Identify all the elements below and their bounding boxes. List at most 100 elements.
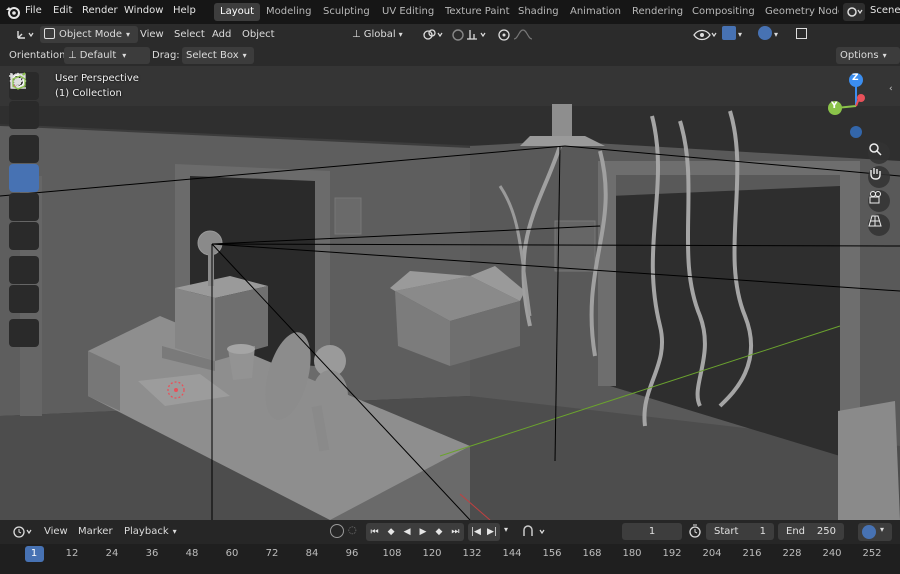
proportional-editing-button[interactable] (492, 26, 544, 43)
step-forward-icon[interactable]: ▶| (487, 527, 497, 537)
tab-geometry-nodes[interactable]: Geometry Node (759, 3, 839, 21)
ruler-tick: 120 (422, 548, 442, 559)
viewport-header: Object Mode ▾ View Select Add Object ⊥ Glo… (0, 24, 900, 67)
tab-rendering[interactable]: Rendering (626, 3, 689, 21)
ruler-tick: 36 (145, 548, 159, 559)
camera-view-button[interactable] (868, 190, 890, 212)
ruler-tick: 156 (542, 548, 562, 559)
timeline-view-options-button[interactable]: ▾ (858, 523, 892, 541)
start-frame-field[interactable]: Start 1 (706, 523, 774, 540)
step-controls: |◀ ▶| (468, 523, 500, 541)
ruler-tick: 12 (65, 548, 79, 559)
snap-timeline-button[interactable] (520, 524, 550, 540)
current-frame-field[interactable]: 1 (622, 523, 682, 540)
ruler-tick: 72 (265, 548, 279, 559)
step-back-icon[interactable]: |◀ (471, 527, 481, 537)
orientation-dropdown[interactable]: ⊥ Default ▾ (64, 47, 150, 64)
overlays-toggle-button[interactable]: ▾ (754, 26, 792, 43)
tab-compositing[interactable]: Compositing (686, 3, 761, 21)
timeline-menu-marker[interactable]: Marker (74, 523, 117, 540)
header-menu-view[interactable]: View (136, 26, 168, 43)
record-keyframe-icon[interactable] (330, 524, 344, 538)
menu-help[interactable]: Help (173, 5, 196, 16)
clock-icon (13, 526, 32, 538)
add-cube-tool[interactable] (9, 73, 39, 347)
menu-render[interactable]: Render (82, 5, 118, 16)
add-cube-icon (9, 73, 26, 90)
orientation-value: Default (79, 50, 117, 61)
editor-type-button[interactable] (8, 26, 42, 43)
perspective-toggle-button[interactable] (868, 214, 890, 236)
scene-icon (847, 7, 863, 17)
end-frame-field[interactable]: End 250 (778, 523, 844, 540)
chevron-down-icon[interactable]: ▾ (504, 525, 508, 534)
menu-edit[interactable]: Edit (53, 5, 72, 16)
drag-dropdown[interactable]: Select Box ▾ (182, 47, 254, 64)
auto-keying-icon[interactable]: ◌ (348, 525, 360, 537)
chevron-down-icon: ▾ (774, 30, 779, 39)
tab-modeling[interactable]: Modeling (260, 3, 318, 21)
tab-texture-paint[interactable]: Texture Paint (439, 3, 516, 21)
playback-dropdown[interactable]: Playback ▾ (120, 523, 181, 540)
header-menu-add[interactable]: Add (208, 26, 235, 43)
cursor-tool[interactable] (9, 73, 39, 129)
pivot-icon (423, 29, 443, 40)
xray-toggle-button[interactable] (792, 26, 816, 43)
prev-keyframe-icon[interactable]: ◆ (388, 527, 395, 537)
tab-shading[interactable]: Shading (512, 3, 565, 21)
magnet-icon (523, 525, 545, 536)
tab-layout[interactable]: Layout (214, 3, 260, 21)
tab-animation[interactable]: Animation (564, 3, 627, 21)
visibility-button[interactable] (688, 26, 722, 43)
header-menu-object[interactable]: Object (238, 26, 279, 43)
overlays-icon (758, 26, 772, 40)
rotate-tool[interactable] (9, 74, 39, 192)
scene-name[interactable]: Scene (870, 5, 900, 16)
header-menu-select[interactable]: Select (170, 26, 209, 43)
pan-button[interactable] (868, 166, 890, 188)
tool-settings-bar: Orientation: ⊥ Default ▾ Drag: Select Box ▾… (0, 45, 900, 66)
scene-selector-button[interactable] (843, 3, 865, 21)
chevron-down-icon: ▾ (172, 527, 177, 536)
options-dropdown[interactable]: Options ▾ (836, 47, 900, 64)
transform-orientation-label: Global (363, 29, 396, 40)
snap-button[interactable] (446, 26, 494, 43)
mode-dropdown[interactable]: Object Mode ▾ (40, 26, 138, 43)
camera-icon (869, 191, 881, 204)
zoom-button[interactable] (868, 142, 890, 164)
blender-logo-icon[interactable] (5, 4, 21, 23)
gizmo-toggle-button[interactable]: ▾ (718, 26, 756, 43)
hand-icon (870, 168, 881, 180)
chevron-down-icon: ▾ (882, 51, 887, 60)
jump-start-icon[interactable]: ⏮ (371, 527, 379, 537)
tab-sculpting[interactable]: Sculpting (317, 3, 376, 21)
timeline-menu-view[interactable]: View (40, 523, 72, 540)
menu-file[interactable]: File (25, 5, 42, 16)
drag-value: Select Box (186, 50, 239, 61)
stopwatch-icon[interactable] (688, 524, 702, 538)
annotate-tool[interactable] (9, 72, 39, 284)
end-value: 250 (816, 526, 836, 537)
sidebar-toggle-icon[interactable]: ‹ (889, 84, 893, 94)
pivot-point-button[interactable] (416, 26, 450, 43)
next-keyframe-icon[interactable]: ◆ (435, 527, 442, 537)
timeline-editor-type-button[interactable] (8, 523, 40, 540)
tab-uv-editing[interactable]: UV Editing (376, 3, 440, 21)
ruler-tick: 96 (345, 548, 359, 559)
frame-ruler[interactable]: 1 12 24 36 48 60 72 84 96 108 120 132 14… (0, 544, 900, 574)
ruler-tick: 144 (502, 548, 522, 559)
jump-end-icon[interactable]: ⏭ (451, 527, 459, 537)
transform-orientation-dropdown[interactable]: ⊥ Global ▾ (348, 26, 420, 43)
move-tool[interactable] (9, 72, 39, 163)
scale-tool[interactable] (9, 73, 39, 221)
eye-icon (693, 29, 717, 41)
transform-tool[interactable] (9, 73, 39, 250)
menu-window[interactable]: Window (124, 5, 163, 16)
y-axis-label: Y (831, 101, 838, 111)
measure-tool[interactable] (9, 74, 39, 313)
play-icon[interactable]: ▶ (420, 527, 427, 537)
navigation-gizmo[interactable]: Z Y (822, 68, 892, 140)
3d-viewport[interactable]: User Perspective (1) Collection Z Y ‹ (0, 66, 900, 520)
scene-render (0, 66, 900, 520)
play-reverse-icon[interactable]: ◀ (404, 527, 411, 537)
